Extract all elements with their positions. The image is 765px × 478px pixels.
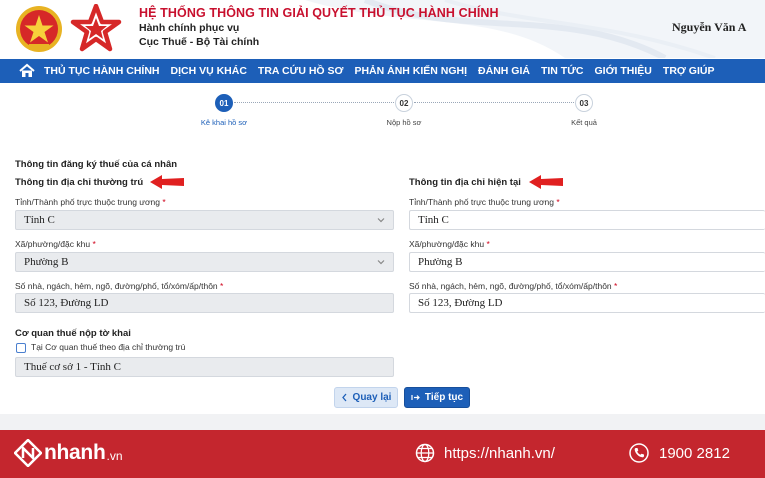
current-province-label: Tỉnh/Thành phố trực thuộc trung ương * bbox=[409, 197, 560, 207]
permanent-province-label-text: Tỉnh/Thành phố trực thuộc trung ương bbox=[15, 197, 161, 207]
permanent-province-select[interactable]: Tỉnh C bbox=[15, 210, 394, 230]
tax-office-value: Thuế cơ sở 1 - Tỉnh C bbox=[24, 361, 121, 373]
step-connector bbox=[414, 102, 574, 103]
tax-office-field[interactable]: Thuế cơ sở 1 - Tỉnh C bbox=[15, 357, 394, 377]
chevron-left-icon bbox=[341, 393, 347, 402]
nhanh-logo-icon bbox=[14, 439, 42, 467]
nav-item-thu-tuc-hanh-chinh[interactable]: THỦ TỤC HÀNH CHÍNH bbox=[44, 65, 160, 77]
current-province-select[interactable]: Tỉnh C bbox=[409, 210, 765, 230]
nav-item-gioi-thieu[interactable]: GIỚI THIỆU bbox=[595, 65, 652, 77]
permanent-ward-value: Phường B bbox=[24, 256, 69, 268]
page-divider bbox=[0, 414, 765, 430]
permanent-ward-select[interactable]: Phường B bbox=[15, 252, 394, 272]
nav-item-danh-gia[interactable]: ĐÁNH GIÁ bbox=[478, 65, 530, 77]
website-url: https://nhanh.vn/ bbox=[444, 444, 555, 462]
promo-footer: nhanh .vn https://nhanh.vn/ 1900 2812 bbox=[0, 430, 765, 478]
nav-item-tin-tuc[interactable]: TIN TỨC bbox=[541, 65, 584, 77]
required-mark: * bbox=[556, 197, 560, 207]
permanent-ward-label-text: Xã/phường/đặc khu bbox=[15, 239, 91, 249]
red-arrow-icon bbox=[150, 175, 184, 189]
step-1-circle: 01 bbox=[215, 94, 233, 112]
step-connector bbox=[234, 102, 394, 103]
red-arrow-icon bbox=[529, 175, 563, 189]
required-mark: * bbox=[614, 281, 618, 291]
website-link[interactable]: https://nhanh.vn/ bbox=[415, 443, 555, 463]
step-2-label: Nộp hồ sơ bbox=[386, 118, 422, 127]
back-button-label: Quay lại bbox=[352, 392, 392, 403]
current-province-value: Tỉnh C bbox=[418, 214, 449, 226]
permanent-street-label: Số nhà, ngách, hẻm, ngõ, đường/phố, tổ/x… bbox=[15, 281, 223, 291]
nav-item-dich-vu-khac[interactable]: DỊCH VỤ KHÁC bbox=[171, 65, 247, 77]
brand-logo[interactable]: nhanh .vn bbox=[14, 439, 123, 467]
required-mark: * bbox=[220, 281, 224, 291]
brand-tld: .vn bbox=[106, 449, 123, 463]
next-button-label: Tiếp tục bbox=[424, 392, 464, 403]
tax-department-logo-icon bbox=[70, 4, 122, 52]
current-address-heading: Thông tin địa chỉ hiện tại bbox=[409, 177, 521, 188]
tax-office-checkbox[interactable] bbox=[16, 343, 26, 353]
nav-item-phan-anh-kien-nghi[interactable]: PHẢN ÁNH KIẾN NGHỊ bbox=[354, 65, 467, 77]
current-ward-value: Phường B bbox=[418, 256, 463, 268]
site-header: HỆ THỐNG THÔNG TIN GIẢI QUYẾT THỦ TỤC HÀ… bbox=[0, 0, 765, 58]
chevron-down-icon bbox=[377, 260, 385, 265]
permanent-province-label: Tỉnh/Thành phố trực thuộc trung ương * bbox=[15, 197, 166, 207]
permanent-street-input[interactable]: Số 123, Đường LD bbox=[15, 293, 394, 313]
progress-stepper: 01 02 03 Kê khai hồ sơ Nộp hồ sơ Kết quả bbox=[0, 88, 765, 132]
national-emblem-icon bbox=[16, 6, 62, 52]
arrow-right-icon bbox=[411, 395, 420, 400]
phone-number: 1900 2812 bbox=[659, 444, 730, 462]
tax-office-checkbox-label[interactable]: Tại Cơ quan thuế theo địa chỉ thường trú bbox=[31, 342, 185, 352]
permanent-street-label-text: Số nhà, ngách, hẻm, ngõ, đường/phố, tổ/x… bbox=[15, 281, 218, 291]
current-street-value: Số 123, Đường LD bbox=[418, 297, 503, 309]
current-province-label-text: Tỉnh/Thành phố trực thuộc trung ương bbox=[409, 197, 555, 207]
permanent-ward-label: Xã/phường/đặc khu * bbox=[15, 239, 96, 249]
next-button[interactable]: Tiếp tục bbox=[404, 387, 470, 408]
required-mark: * bbox=[92, 239, 96, 249]
form-title: Thông tin đăng ký thuế của cá nhân bbox=[15, 159, 178, 170]
step-3-label: Kết quả bbox=[571, 118, 597, 127]
permanent-street-value: Số 123, Đường LD bbox=[24, 297, 109, 309]
step-3-circle: 03 bbox=[575, 94, 593, 112]
current-street-label: Số nhà, ngách, hẻm, ngõ, đường/phố, tổ/x… bbox=[409, 281, 617, 291]
main-nav: THỦ TỤC HÀNH CHÍNH DỊCH VỤ KHÁC TRA CỨU … bbox=[0, 59, 765, 83]
current-ward-select[interactable]: Phường B bbox=[409, 252, 765, 272]
brand-name: nhanh bbox=[44, 441, 106, 464]
chevron-down-icon bbox=[377, 218, 385, 223]
permanent-province-value: Tỉnh C bbox=[24, 214, 55, 226]
back-button[interactable]: Quay lại bbox=[334, 387, 398, 408]
agency-name: Cục Thuế - Bộ Tài chính bbox=[139, 36, 260, 48]
globe-icon bbox=[415, 443, 435, 463]
step-2-circle: 02 bbox=[395, 94, 413, 112]
phone-link[interactable]: 1900 2812 bbox=[629, 443, 730, 463]
current-ward-label: Xã/phường/đặc khu * bbox=[409, 239, 490, 249]
user-name[interactable]: Nguyễn Văn A bbox=[672, 20, 746, 35]
required-mark: * bbox=[162, 197, 166, 207]
required-mark: * bbox=[486, 239, 490, 249]
current-ward-label-text: Xã/phường/đặc khu bbox=[409, 239, 485, 249]
current-street-label-text: Số nhà, ngách, hẻm, ngõ, đường/phố, tổ/x… bbox=[409, 281, 612, 291]
tax-office-heading: Cơ quan thuế nộp tờ khai bbox=[15, 328, 131, 339]
system-subtitle: Hành chính phục vụ bbox=[139, 22, 240, 34]
phone-icon bbox=[629, 443, 649, 463]
step-1-label: Kê khai hồ sơ bbox=[200, 118, 248, 127]
current-street-input[interactable]: Số 123, Đường LD bbox=[409, 293, 765, 313]
nav-item-tro-giup[interactable]: TRỢ GIÚP bbox=[663, 65, 715, 77]
home-icon[interactable] bbox=[18, 62, 36, 80]
nav-item-tra-cuu-ho-so[interactable]: TRA CỨU HỒ SƠ bbox=[258, 65, 344, 77]
permanent-address-heading: Thông tin địa chỉ thường trú bbox=[15, 177, 144, 188]
system-title: HỆ THỐNG THÔNG TIN GIẢI QUYẾT THỦ TỤC HÀ… bbox=[139, 6, 499, 20]
